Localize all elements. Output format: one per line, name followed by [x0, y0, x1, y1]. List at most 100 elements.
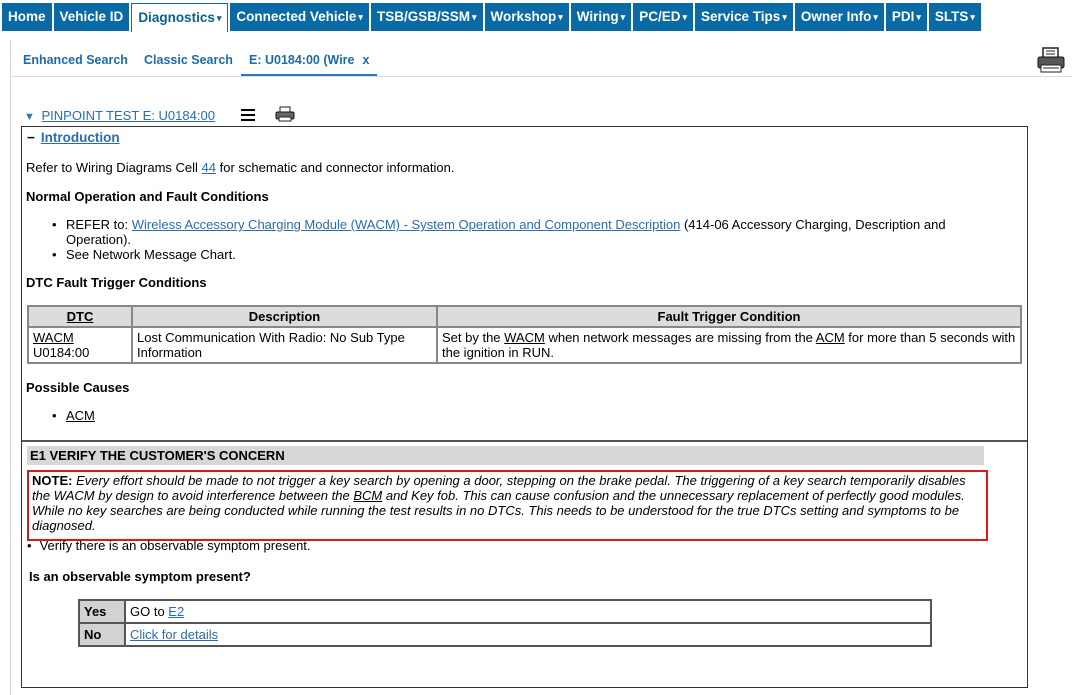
printer-icon[interactable] [1036, 46, 1066, 74]
tab-enhanced-search[interactable]: Enhanced Search [23, 46, 128, 74]
section-divider [22, 440, 1027, 442]
chevron-down-icon: ▾ [782, 12, 787, 22]
dtc-cell: WACM U0184:00 [27, 326, 133, 364]
bullet: • [27, 538, 32, 553]
list-item: REFER to: Wireless Accessory Charging Mo… [50, 217, 990, 247]
nav-home-label: Home [8, 9, 46, 24]
yes-goto-text: GO to [130, 604, 169, 619]
wiring-cell-link[interactable]: 44 [202, 160, 216, 175]
ftc-pre: Set by the [442, 330, 505, 345]
content-frame-border [10, 40, 11, 695]
introduction-link[interactable]: Introduction [41, 130, 120, 145]
close-icon[interactable]: x [363, 53, 370, 67]
nav-diagnostics[interactable]: Diagnostics ▾ [131, 3, 229, 32]
column-header-dtc: DTC [27, 305, 133, 328]
verify-instruction: • Verify there is an observable symptom p… [27, 538, 311, 553]
nav-vehicle-id[interactable]: Vehicle ID [53, 3, 130, 31]
nav-owner-info-label: Owner Info [800, 9, 872, 24]
note-box: NOTE: Every effort should be made to not… [27, 470, 988, 541]
wiring-reference-text: Refer to Wiring Diagrams Cell 44 for sch… [26, 160, 454, 175]
wacm-abbrev[interactable]: WACM [504, 330, 545, 345]
yes-no-table: Yes GO to E2 No Click for details [78, 599, 932, 647]
nav-service-tips-label: Service Tips [701, 9, 781, 24]
nav-connected-vehicle-label: Connected Vehicle [236, 9, 357, 24]
table-header-row: DTC Description Fault Trigger Condition [27, 305, 1022, 328]
list-item: ACM [50, 408, 95, 423]
tab-pinpoint-u0184[interactable]: E: U0184:00 (Wire x [241, 46, 378, 76]
nav-workshop[interactable]: Workshop ▾ [484, 3, 569, 31]
goto-e2-link[interactable]: E2 [168, 604, 184, 619]
collapse-toggle[interactable]: − [27, 130, 35, 145]
refer-to-text: REFER to: [66, 217, 132, 232]
ftc-mid: when network messages are missing from t… [544, 330, 816, 345]
chevron-down-icon: ▾ [970, 12, 975, 22]
dtc-header-label[interactable]: DTC [67, 309, 94, 324]
print-icon[interactable] [275, 106, 295, 122]
nav-workshop-label: Workshop [490, 9, 557, 24]
wacm-abbrev[interactable]: WACM [33, 330, 74, 345]
tab-enhanced-search-label: Enhanced Search [23, 53, 128, 67]
nav-pdi[interactable]: PDI ▾ [885, 3, 927, 31]
pinpoint-header: ▼ PINPOINT TEST E: U0184:00 [24, 106, 295, 126]
click-for-details-link[interactable]: Click for details [130, 627, 218, 642]
nav-tsb-label: TSB/GSB/SSM [376, 9, 470, 24]
introduction-header: − Introduction [27, 130, 120, 145]
pinpoint-content: − Introduction Refer to Wiring Diagrams C… [21, 126, 1028, 688]
column-header-fault-trigger: Fault Trigger Condition [436, 305, 1022, 328]
chevron-down-icon: ▾ [558, 12, 563, 22]
nav-slts-label: SLTS [934, 9, 969, 24]
no-label: No [78, 622, 126, 647]
nav-tsb[interactable]: TSB/GSB/SSM ▾ [370, 3, 483, 31]
wacm-description-link[interactable]: Wireless Accessory Charging Module (WACM… [132, 217, 681, 232]
fault-trigger-cell: Set by the WACM when network messages ar… [436, 326, 1022, 364]
step-e1-heading: E1 VERIFY THE CUSTOMER'S CONCERN [27, 446, 984, 465]
refer-post: for schematic and connector information. [216, 160, 455, 175]
description-cell: Lost Communication With Radio: No Sub Ty… [131, 326, 438, 364]
chevron-down-icon: ▾ [620, 12, 626, 22]
nav-pced[interactable]: PC/ED ▾ [633, 3, 693, 31]
yes-action: GO to E2 [124, 599, 932, 624]
printer-icon-graphic [1037, 47, 1065, 73]
nav-vehicle-id-label: Vehicle ID [59, 9, 124, 24]
acm-abbrev[interactable]: ACM [816, 330, 845, 345]
nav-connected-vehicle[interactable]: Connected Vehicle ▾ [230, 3, 369, 31]
yes-label: Yes [78, 599, 126, 624]
nav-wiring[interactable]: Wiring ▾ [570, 3, 632, 31]
dtc-conditions-heading: DTC Fault Trigger Conditions [26, 275, 207, 290]
refer-pre: Refer to Wiring Diagrams Cell [26, 160, 202, 175]
menu-icon[interactable] [241, 109, 255, 121]
normal-operation-list: REFER to: Wireless Accessory Charging Mo… [50, 217, 990, 262]
nav-diagnostics-label: Diagnostics [138, 10, 215, 25]
possible-causes-list: ACM [50, 408, 95, 423]
nav-slts[interactable]: SLTS ▾ [928, 3, 981, 31]
dtc-code: U0184:00 [33, 345, 90, 360]
nav-pced-label: PC/ED [639, 9, 681, 24]
acm-cause[interactable]: ACM [66, 408, 95, 423]
possible-causes-heading: Possible Causes [26, 380, 130, 395]
pinpoint-title[interactable]: PINPOINT TEST E: U0184:00 [42, 108, 215, 123]
normal-operation-heading: Normal Operation and Fault Conditions [26, 189, 269, 204]
network-message-text: See Network Message Chart. [66, 247, 236, 262]
collapse-triangle-icon[interactable]: ▼ [24, 111, 35, 123]
top-nav: Home Vehicle ID Diagnostics ▾ Connected V… [0, 0, 1030, 34]
chevron-down-icon: ▾ [873, 12, 878, 22]
print-icon-graphic [275, 106, 295, 122]
note-label: NOTE: [32, 473, 73, 488]
table-row: WACM U0184:00 Lost Communication With Rad… [27, 326, 1022, 364]
no-action: Click for details [124, 622, 932, 647]
bcm-abbrev[interactable]: BCM [353, 488, 382, 503]
tabbar-divider [10, 76, 1072, 77]
nav-items: Home Vehicle ID Diagnostics ▾ Connected V… [2, 3, 981, 32]
nav-service-tips[interactable]: Service Tips ▾ [695, 3, 793, 31]
nav-home[interactable]: Home [2, 3, 52, 31]
nav-owner-info[interactable]: Owner Info ▾ [794, 3, 884, 31]
search-tabs: Enhanced Search Classic Search E: U0184:… [13, 46, 1013, 76]
table-row: No Click for details [78, 622, 932, 647]
tab-classic-search-label: Classic Search [144, 53, 233, 67]
nav-wiring-label: Wiring [576, 9, 619, 24]
chevron-down-icon: ▾ [358, 12, 363, 22]
tab-classic-search[interactable]: Classic Search [144, 46, 233, 74]
tab-pinpoint-label: E: U0184:00 (Wire [249, 53, 355, 67]
column-header-description: Description [131, 305, 438, 328]
chevron-down-icon: ▾ [216, 13, 222, 23]
